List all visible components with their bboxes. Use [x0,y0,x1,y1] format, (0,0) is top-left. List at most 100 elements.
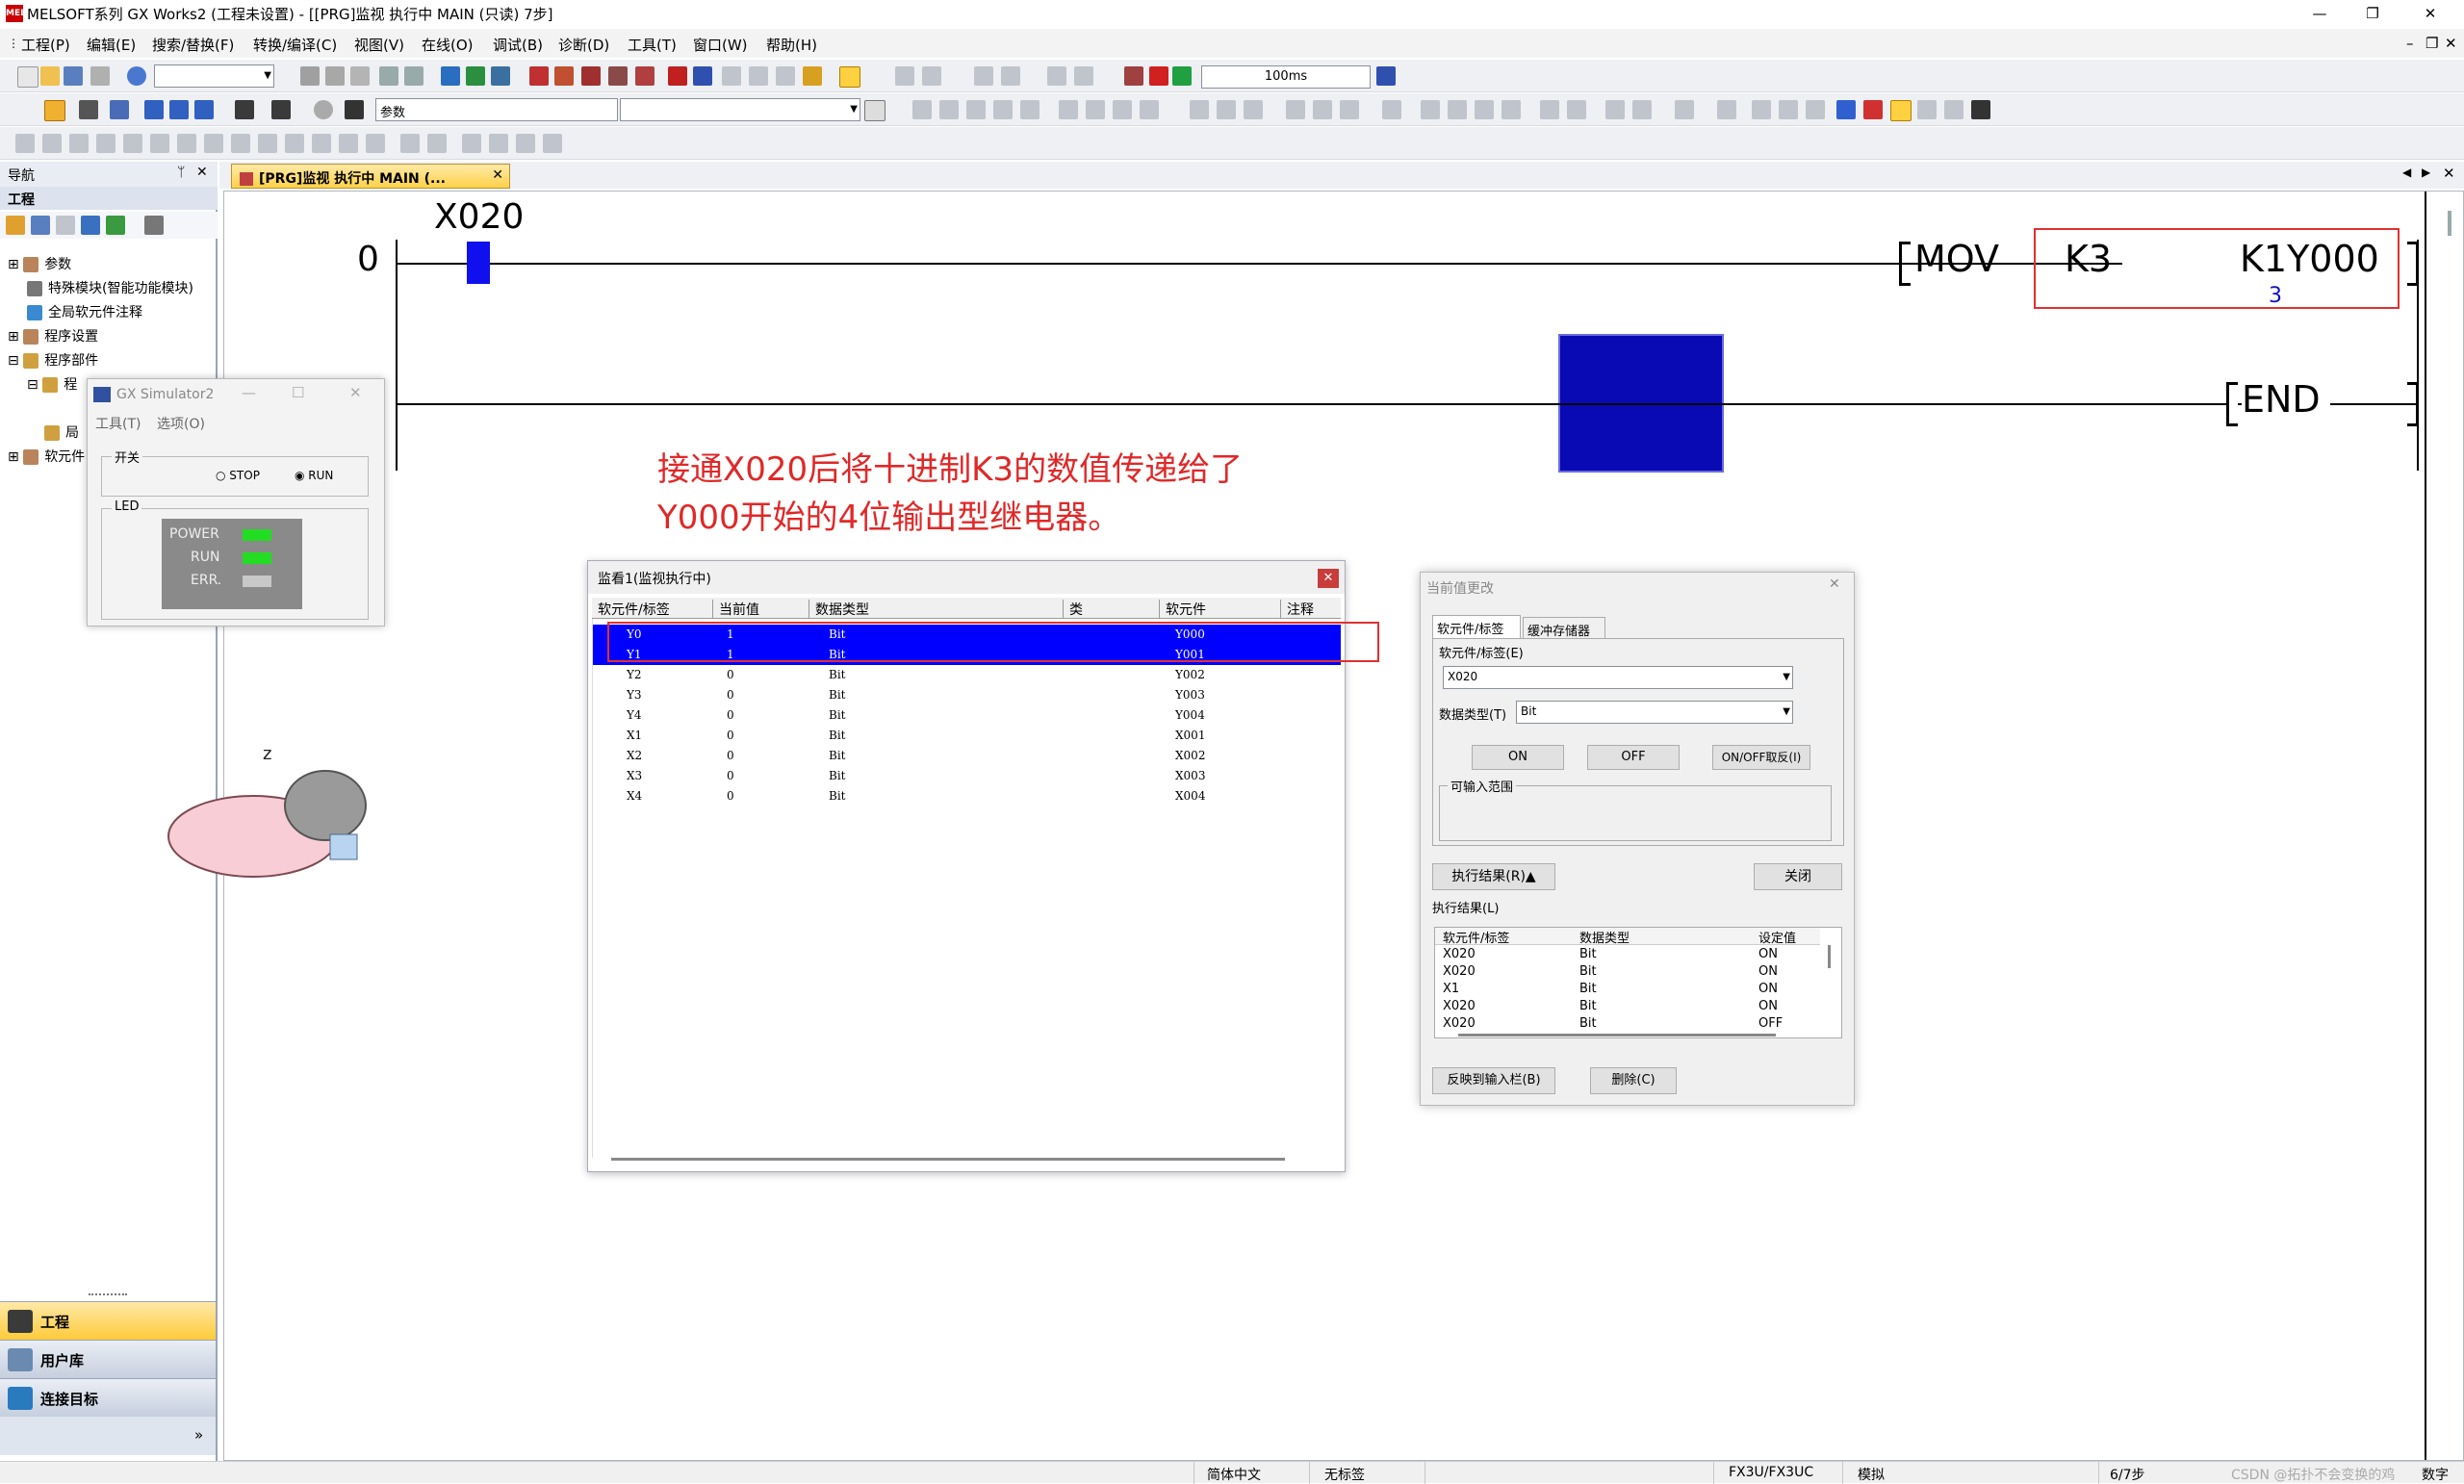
ladder-delete-icon[interactable] [922,66,941,86]
ladder-insert-icon[interactable] [895,66,914,86]
tree-item-local[interactable]: 局 [44,422,79,442]
table-row[interactable]: Y3 0 Bit Y003 [592,685,1341,705]
print-icon[interactable] [90,66,110,86]
l1-icon[interactable] [15,134,35,153]
ladder-mode2-icon[interactable] [1863,100,1883,119]
cross-ref-icon[interactable] [271,100,291,119]
result-vscroll[interactable] [1828,945,1831,968]
l19-icon[interactable] [516,134,535,153]
l8-icon[interactable] [204,134,223,153]
tree-item-program-settings[interactable]: ⊞ 程序设置 [8,326,98,345]
menu-diagnostics[interactable]: 诊断(D) [558,35,609,55]
project-view-icon[interactable] [44,100,65,121]
run-radio[interactable]: ◉ RUN [295,469,333,482]
list-view-icon[interactable] [79,100,98,119]
l6-icon[interactable] [150,134,169,153]
zoom-icon[interactable] [1890,100,1912,121]
minimize-button[interactable]: — [2296,0,2344,27]
l13-icon[interactable] [339,134,358,153]
properties-icon[interactable] [81,216,100,235]
cvc-close-button[interactable]: ✕ [1829,576,1840,592]
device-batch-icon[interactable] [608,66,628,86]
menu-help[interactable]: 帮助(H) [766,35,817,55]
type-combo[interactable]: Bit ▼ [1516,701,1793,724]
watch-horizontal-scrollbar[interactable] [611,1158,1285,1161]
new-item-icon[interactable] [6,216,25,235]
list-item[interactable]: X020 Bit ON [1443,999,1818,1016]
table-row[interactable]: X3 0 Bit X003 [592,766,1341,786]
tab-main-program[interactable]: [PRG]监视 执行中 MAIN (... ✕ [231,164,510,189]
nav-button-connection[interactable]: 连接目标 [0,1378,216,1417]
l3-icon[interactable] [69,134,89,153]
neg-pulse-icon[interactable] [1340,100,1359,119]
tab-buffer-memory[interactable]: 缓冲存储器 [1523,617,1605,639]
open-icon[interactable] [40,66,60,86]
sf9-icon[interactable] [1190,100,1209,119]
table-row[interactable]: X4 0 Bit X004 [592,786,1341,806]
dev-statement-icon[interactable] [194,100,214,119]
info-icon[interactable] [314,100,333,119]
cf10-icon[interactable] [1244,100,1263,119]
caf5-icon[interactable] [1448,100,1467,119]
entry-data-icon[interactable] [635,66,654,86]
undo-icon[interactable] [379,66,398,86]
mdi-restore-button[interactable]: ❐ [2426,35,2438,52]
sf5-edge-icon[interactable] [1421,100,1440,119]
f8-instruction-icon[interactable] [993,100,1013,119]
chevron-icon[interactable]: » [194,1426,203,1444]
stop-monitor-icon[interactable] [554,66,574,86]
redo-icon[interactable] [404,66,424,86]
search-icon[interactable] [1971,100,1990,119]
refresh-icon[interactable] [106,216,125,235]
save-icon[interactable] [64,66,83,86]
f9-line-icon[interactable] [1020,100,1040,119]
caf6-icon[interactable] [1475,100,1494,119]
tab-scroll-left-icon[interactable]: ◀ [2402,166,2411,179]
new-icon[interactable] [17,66,38,88]
sf8-icon[interactable] [1140,100,1159,119]
invert-icon[interactable] [1382,100,1401,119]
simulator-minimize-button[interactable]: — [242,384,256,401]
dev-monitor-icon[interactable] [668,66,687,86]
l16-icon[interactable] [427,134,447,153]
f6-contact-icon[interactable] [939,100,959,119]
op9-icon[interactable] [1806,100,1825,119]
reflect-button[interactable]: 反映到输入栏(B) [1432,1067,1555,1094]
sort-icon[interactable] [144,216,164,235]
toggle-button[interactable]: ON/OFF取反(I) [1712,745,1810,770]
op11-icon[interactable] [1944,100,1964,119]
tree-item-program[interactable]: ⊟ 程 [27,374,77,394]
table-row[interactable]: Y2 0 Bit Y002 [592,665,1341,685]
tab-close-all-icon[interactable]: ✕ [2443,165,2455,182]
sf10-icon[interactable] [1286,100,1305,119]
write-plc-icon[interactable] [466,66,485,86]
menu-project[interactable]: 工程(P) [21,35,70,55]
col-device-label[interactable]: 软元件/标签 [592,600,713,619]
l5-icon[interactable] [123,134,142,153]
page-icon[interactable] [864,100,886,121]
list-item[interactable]: X1 Bit ON [1443,982,1818,999]
op2-icon[interactable] [1567,100,1586,119]
list-item[interactable]: X020 Bit OFF [1443,1016,1818,1034]
l11-icon[interactable] [285,134,304,153]
timing-chart-icon[interactable] [722,66,741,86]
l14-icon[interactable] [366,134,385,153]
watch-icon[interactable] [749,66,768,86]
dev-test-icon[interactable] [693,66,712,86]
result-list[interactable]: 软元件/标签 数据类型 设定值 X020 Bit ON X020 Bit ON X1 Bit O… [1434,927,1842,1038]
copy-icon[interactable] [325,66,345,86]
l9-icon[interactable] [231,134,250,153]
l12-icon[interactable] [312,134,331,153]
cf9-icon[interactable] [1217,100,1236,119]
f10-icon[interactable] [1502,100,1521,119]
table-row[interactable]: X2 0 Bit X002 [592,746,1341,766]
nav-button-project[interactable]: 工程 [0,1301,216,1340]
binoculars-icon[interactable] [345,100,364,119]
mdi-minimize-button[interactable]: – [2406,35,2414,52]
tree-item-program-parts[interactable]: ⊟ 程序部件 [8,350,98,370]
splitter-grip[interactable] [89,1293,127,1299]
col-comment[interactable]: 注释 [1281,600,1341,619]
simulator-close-button[interactable]: ✕ [349,384,362,401]
menu-view[interactable]: 视图(V) [354,35,404,55]
param-combo[interactable]: 参数 [375,98,618,121]
